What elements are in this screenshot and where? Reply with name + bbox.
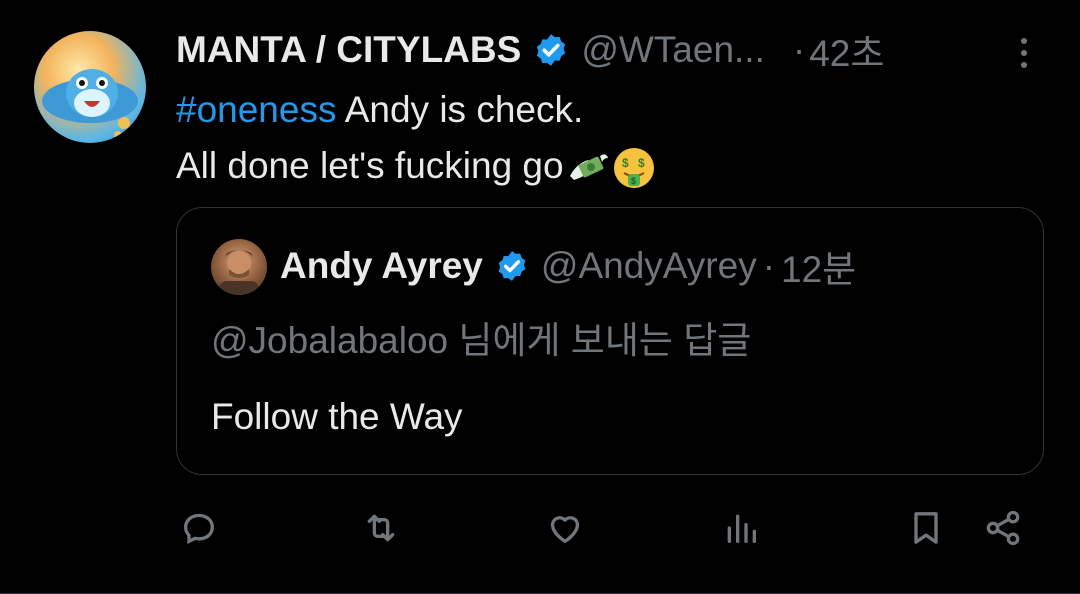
share-button[interactable] [980, 505, 1026, 551]
quoted-verified-badge-icon [498, 251, 526, 281]
quoted-tweet-header: Andy Ayrey @AndyAyrey · 12분 [280, 242, 856, 290]
author-avatar[interactable] [34, 31, 146, 143]
retweet-button[interactable] [358, 505, 404, 551]
hashtag-link[interactable]: #oneness [176, 89, 336, 130]
author-name[interactable]: MANTA / CITYLABS [176, 29, 521, 71]
quoted-timestamp[interactable]: 12분 [781, 239, 856, 293]
quoted-author-avatar[interactable] [211, 239, 267, 295]
quoted-author-name[interactable]: Andy Ayrey [280, 245, 483, 287]
retweet-icon [367, 514, 395, 542]
more-options-icon[interactable] [1014, 36, 1034, 70]
like-button[interactable] [542, 505, 588, 551]
bookmark-icon [914, 512, 938, 544]
svg-text:$: $ [638, 156, 645, 170]
svg-text:$: $ [631, 176, 636, 186]
views-icon [727, 514, 756, 543]
views-button[interactable] [718, 505, 764, 551]
bookmark-button[interactable] [903, 505, 949, 551]
tweet-text: #oneness Andy is check. All done let's f… [176, 82, 656, 194]
reply-context: @Jobalabaloo 님에게 보내는 답글 [211, 320, 752, 361]
tweet-line-1: #oneness Andy is check. [176, 82, 656, 138]
like-icon [550, 516, 580, 543]
money-with-wings-emoji [569, 154, 608, 181]
verified-badge-icon [537, 34, 566, 66]
manta-avatar-image [42, 69, 138, 139]
quoted-avatar-image [219, 250, 259, 295]
tweet-timestamp[interactable]: 42초 [809, 23, 884, 77]
tweet-line-2: All done let's fucking go $ $ $ [176, 138, 656, 194]
share-icon [986, 510, 1020, 546]
separator-dot: · [792, 29, 806, 70]
tweet-line-2-text: All done let's fucking go [176, 145, 564, 186]
svg-text:$: $ [622, 156, 629, 170]
money-mouth-face-emoji: $ $ $ [613, 148, 654, 189]
tweet-line-1-text: Andy is check. [336, 89, 584, 130]
quoted-tweet-text: Follow the Way [211, 396, 463, 437]
tweet-actions-bar [0, 505, 1080, 551]
quoted-separator-dot: · [762, 245, 776, 286]
quoted-tweet-card[interactable]: Andy Ayrey @AndyAyrey · 12분 @Jobalabaloo… [176, 207, 1044, 475]
reply-button[interactable] [176, 505, 222, 551]
quoted-author-handle[interactable]: @AndyAyrey [541, 245, 757, 287]
author-handle[interactable]: @WTaen... [581, 29, 765, 71]
tweet-header: MANTA / CITYLABS @WTaen... · 42초 [176, 28, 1080, 74]
reply-icon [183, 513, 215, 544]
